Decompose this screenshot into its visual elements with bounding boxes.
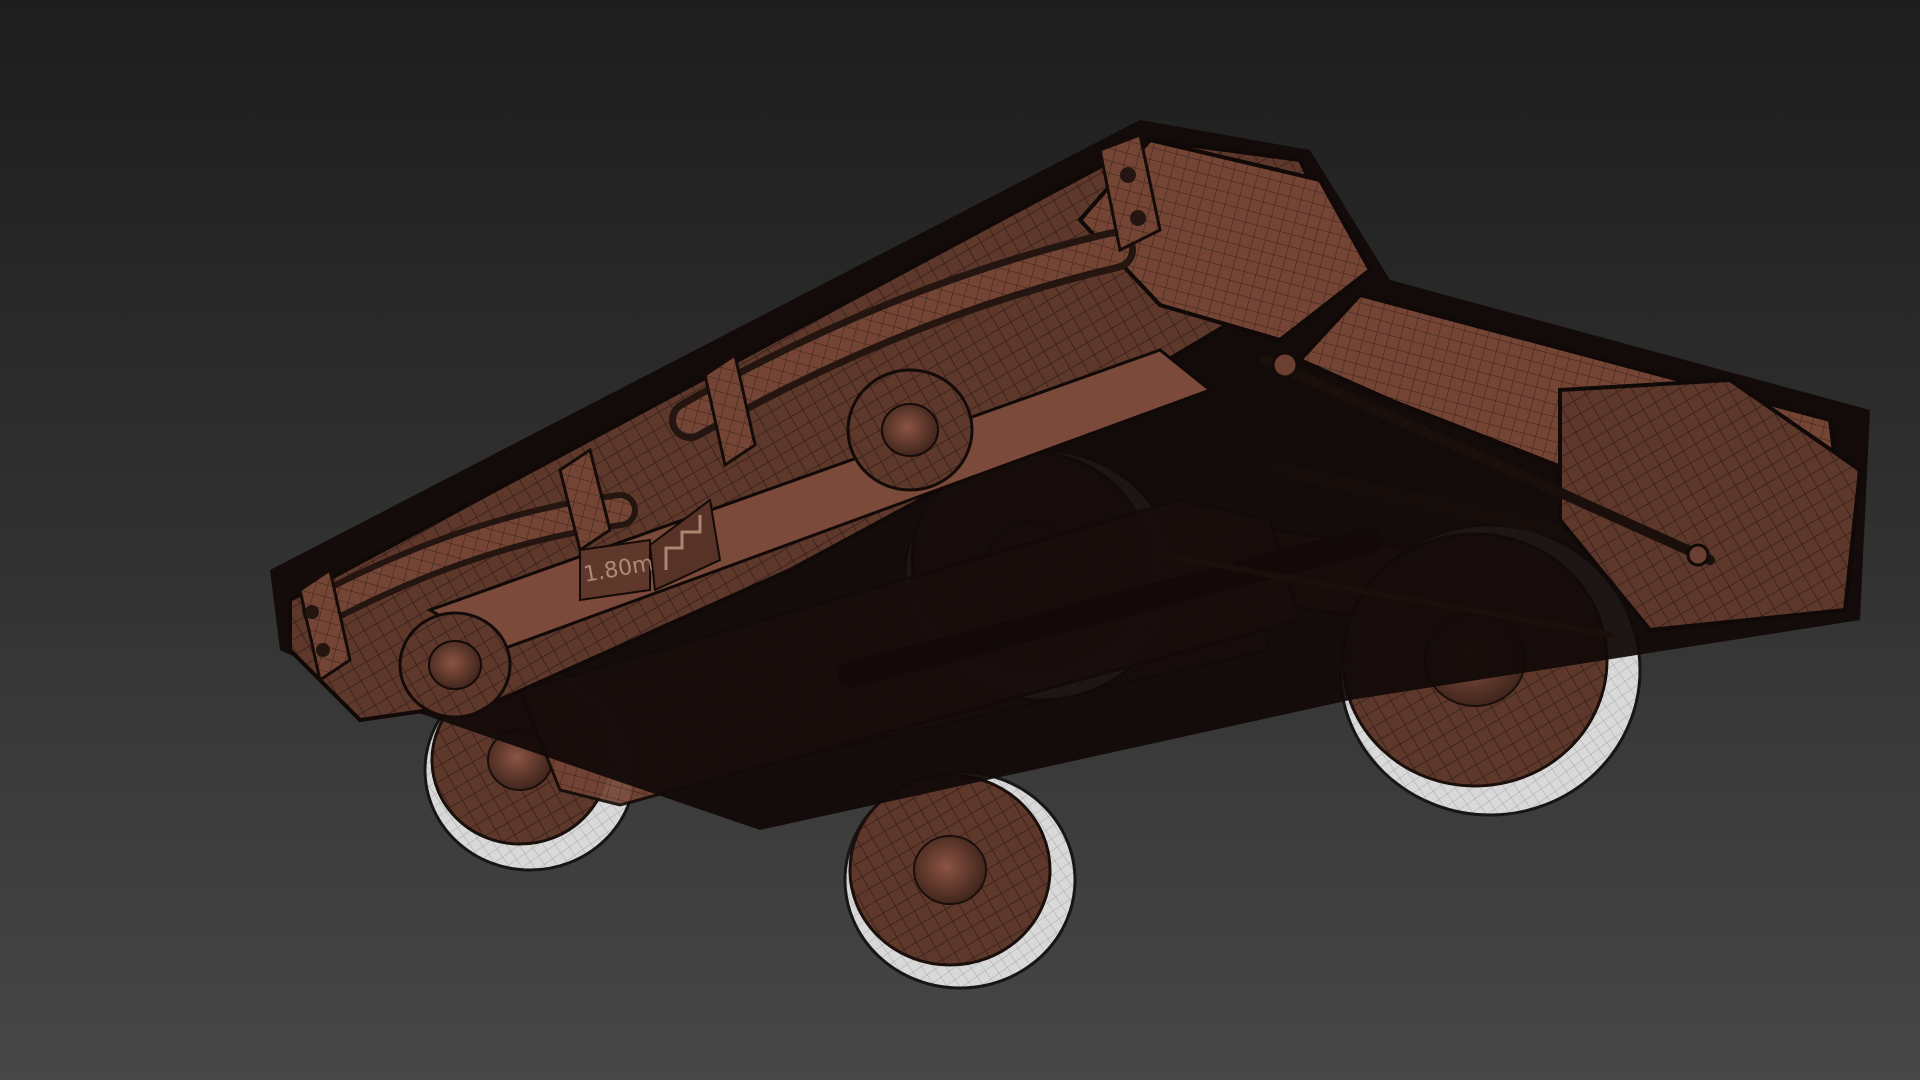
bogie-model[interactable]: 1.80m <box>0 0 1920 1080</box>
axle-box-left <box>398 611 512 719</box>
axle-box-right <box>846 368 974 492</box>
3d-viewport[interactable]: 1.80m <box>0 0 1920 1080</box>
rear-right-wheel <box>843 770 1077 990</box>
dimension-decal: 1.80m <box>579 538 655 602</box>
